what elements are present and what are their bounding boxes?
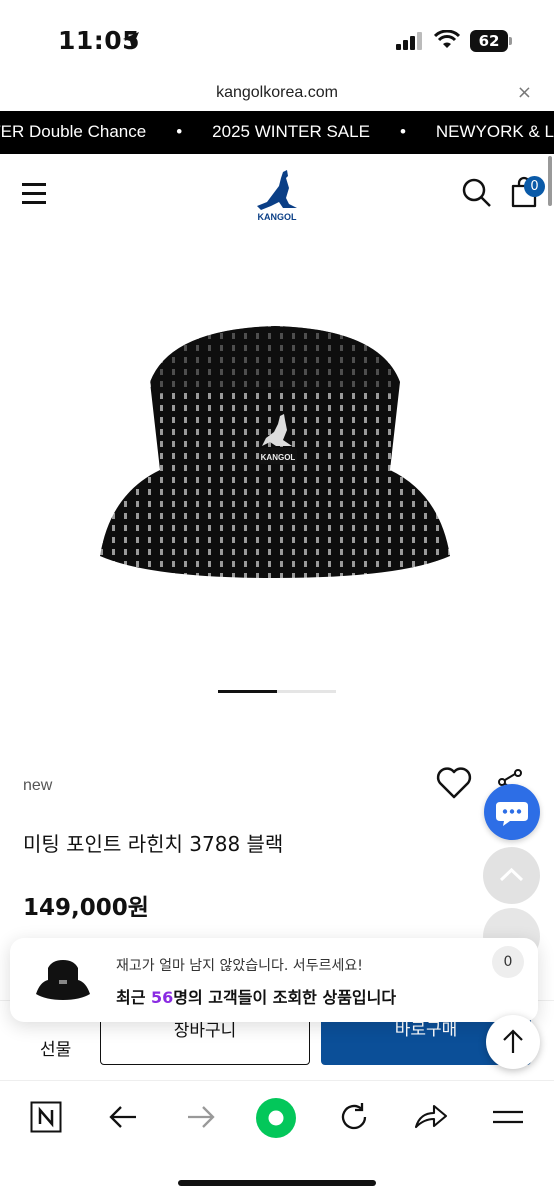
battery-indicator: 62 (470, 30, 508, 52)
address-bar[interactable]: kangolkorea.com × (0, 80, 554, 111)
recent-count-badge[interactable]: 0 (492, 946, 524, 978)
marquee-item[interactable]: NTER Double Chance (0, 122, 146, 142)
location-arrow-icon (123, 32, 139, 48)
logo-text: KANGOL (258, 212, 297, 222)
product-image[interactable]: KANGOL (0, 234, 554, 704)
reload-icon[interactable] (338, 1101, 370, 1133)
cart-count-badge: 0 (524, 176, 545, 197)
close-icon[interactable]: × (517, 82, 532, 103)
marquee-separator: • (176, 122, 183, 141)
image-slider-indicator[interactable] (218, 690, 336, 693)
home-indicator[interactable] (178, 1180, 376, 1186)
toast-product-thumbnail (36, 960, 90, 1000)
wifi-icon (434, 30, 460, 48)
search-icon[interactable] (462, 178, 492, 208)
toast-viewers-count: 56 (151, 988, 174, 1007)
slider-active-segment (218, 690, 277, 693)
menu-icon[interactable] (22, 183, 46, 204)
add-to-cart-button[interactable]: 장바구니 (100, 1015, 310, 1065)
toast-viewers-suffix: 명의 고객들이 조회한 상품입니다 (173, 988, 397, 1007)
product-price: 149,000원 (23, 895, 149, 921)
url-text[interactable]: kangolkorea.com (0, 84, 554, 102)
naver-home-icon[interactable] (255, 1097, 297, 1139)
svg-text:KANGOL: KANGOL (261, 453, 296, 462)
marquee-item[interactable]: NEWYORK & L (436, 122, 554, 142)
back-to-top-button[interactable] (486, 1015, 540, 1069)
chevron-up-icon (499, 867, 524, 882)
menu-icon[interactable] (492, 1101, 524, 1133)
gift-button[interactable]: 선물 (40, 1035, 71, 1060)
site-header: KANGOL 0 (0, 154, 554, 234)
chat-bubble-icon (496, 802, 528, 826)
status-bar: 11:05 62 (0, 0, 554, 80)
marquee-separator: • (399, 122, 406, 141)
heart-icon[interactable] (436, 766, 472, 800)
product-title: 미팅 포인트 라힌치 3788 블랙 (23, 832, 284, 856)
arrow-up-icon (503, 1029, 523, 1053)
share-arrow-icon[interactable] (414, 1101, 448, 1133)
toast-viewers-prefix: 최근 (116, 988, 152, 1007)
new-badge: new (23, 777, 53, 794)
chat-button[interactable] (484, 784, 540, 840)
battery-tip (509, 37, 512, 45)
back-arrow-icon[interactable] (108, 1101, 138, 1133)
promo-marquee[interactable]: NTER Double Chance • 2025 WINTER SALE • … (0, 111, 554, 154)
forward-arrow-icon[interactable] (186, 1101, 216, 1133)
marquee-item[interactable]: 2025 WINTER SALE (212, 122, 370, 142)
naver-n-icon[interactable] (30, 1101, 62, 1133)
toast-viewers-message: 최근 56명의 고객들이 조회한 상품입니다 (116, 984, 396, 1008)
toast-message: 재고가 얼마 남지 않았습니다. 서두르세요! (116, 958, 363, 974)
kangol-logo[interactable]: KANGOL (253, 168, 301, 222)
scroll-up-button[interactable] (483, 847, 540, 904)
stock-alert-toast[interactable]: 재고가 얼마 남지 않았습니다. 서두르세요! 최근 56명의 고객들이 조회한… (10, 938, 538, 1022)
cellular-signal-icon (396, 32, 422, 50)
